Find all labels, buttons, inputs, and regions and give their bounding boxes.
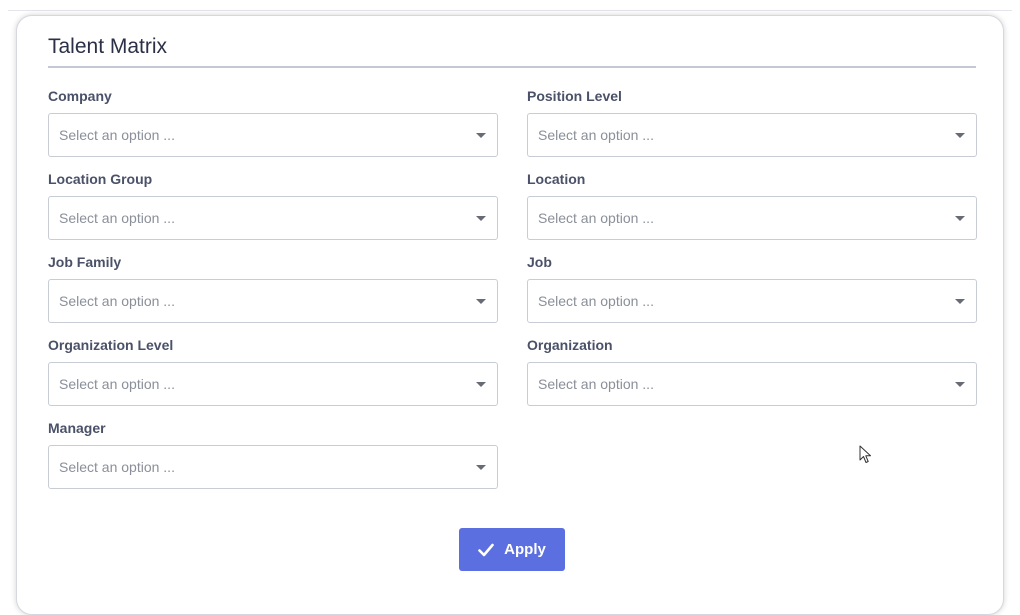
top-divider xyxy=(8,10,1012,11)
location-filter: Location Select an option ... xyxy=(527,170,977,240)
caret-down-icon xyxy=(476,465,486,470)
job-filter: Job Select an option ... xyxy=(527,253,977,323)
organization-level-select[interactable]: Select an option ... xyxy=(48,362,498,406)
manager-filter: Manager Select an option ... xyxy=(48,419,498,489)
caret-down-icon xyxy=(476,216,486,221)
title-divider xyxy=(48,66,976,68)
job-placeholder: Select an option ... xyxy=(538,293,654,309)
check-icon xyxy=(478,543,494,556)
caret-down-icon xyxy=(955,299,965,304)
mouse-cursor-icon xyxy=(859,445,871,463)
job-family-filter: Job Family Select an option ... xyxy=(48,253,498,323)
caret-down-icon xyxy=(476,382,486,387)
manager-label: Manager xyxy=(48,420,106,436)
manager-select[interactable]: Select an option ... xyxy=(48,445,498,489)
card-title: Talent Matrix xyxy=(48,35,168,58)
organization-label: Organization xyxy=(527,337,613,353)
organization-filter: Organization Select an option ... xyxy=(527,336,977,406)
location-group-placeholder: Select an option ... xyxy=(59,210,175,226)
caret-down-icon xyxy=(955,382,965,387)
organization-level-placeholder: Select an option ... xyxy=(59,376,175,392)
job-select[interactable]: Select an option ... xyxy=(527,279,977,323)
organization-level-label: Organization Level xyxy=(48,337,174,353)
position-level-placeholder: Select an option ... xyxy=(538,127,654,143)
company-select[interactable]: Select an option ... xyxy=(48,113,498,157)
job-label: Job xyxy=(527,254,552,270)
caret-down-icon xyxy=(476,133,486,138)
apply-button-label: Apply xyxy=(504,541,546,558)
caret-down-icon xyxy=(476,299,486,304)
organization-select[interactable]: Select an option ... xyxy=(527,362,977,406)
job-family-placeholder: Select an option ... xyxy=(59,293,175,309)
organization-level-filter: Organization Level Select an option ... xyxy=(48,336,498,406)
company-placeholder: Select an option ... xyxy=(59,127,175,143)
talent-matrix-card: Talent Matrix Company Select an option .… xyxy=(16,15,1004,615)
location-select[interactable]: Select an option ... xyxy=(527,196,977,240)
organization-placeholder: Select an option ... xyxy=(538,376,654,392)
caret-down-icon xyxy=(955,133,965,138)
position-level-filter: Position Level Select an option ... xyxy=(527,87,977,157)
location-group-label: Location Group xyxy=(48,171,153,187)
location-group-select[interactable]: Select an option ... xyxy=(48,196,498,240)
location-group-filter: Location Group Select an option ... xyxy=(48,170,498,240)
caret-down-icon xyxy=(955,216,965,221)
position-level-label: Position Level xyxy=(527,88,622,104)
apply-button[interactable]: Apply xyxy=(459,528,565,571)
manager-placeholder: Select an option ... xyxy=(59,459,175,475)
company-label: Company xyxy=(48,88,112,104)
position-level-select[interactable]: Select an option ... xyxy=(527,113,977,157)
location-label: Location xyxy=(527,171,586,187)
job-family-label: Job Family xyxy=(48,254,122,270)
location-placeholder: Select an option ... xyxy=(538,210,654,226)
job-family-select[interactable]: Select an option ... xyxy=(48,279,498,323)
company-filter: Company Select an option ... xyxy=(48,87,498,157)
